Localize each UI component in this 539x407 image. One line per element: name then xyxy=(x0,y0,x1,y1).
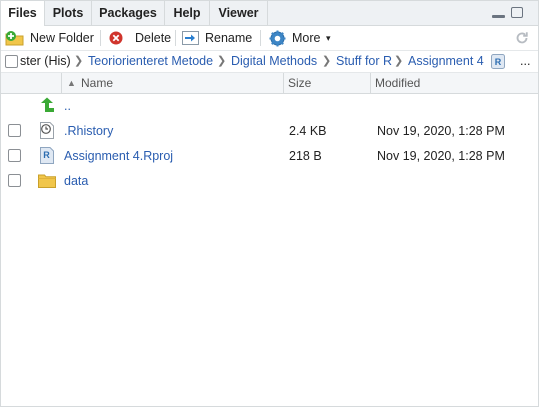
new-folder-icon xyxy=(5,31,24,46)
chevron-down-icon: ▾ xyxy=(326,33,331,43)
select-all-checkbox[interactable] xyxy=(5,55,18,68)
file-size: 2.4 KB xyxy=(289,124,327,138)
delete-icon xyxy=(109,31,123,45)
row-checkbox[interactable] xyxy=(8,149,21,162)
file-size: 218 B xyxy=(289,149,322,163)
file-modified: Nov 19, 2020, 1:28 PM xyxy=(377,124,505,138)
file-row-parent[interactable]: .. xyxy=(1,94,538,119)
file-name[interactable]: data xyxy=(64,169,88,194)
column-divider xyxy=(283,73,284,93)
breadcrumb-item[interactable]: Stuff for R xyxy=(336,51,392,72)
svg-text:R: R xyxy=(43,150,50,160)
breadcrumb-item[interactable]: Digital Methods xyxy=(231,51,317,72)
tab-bar: Files Plots Packages Help Viewer xyxy=(1,1,538,26)
file-list-header: ▲ Name Size Modified xyxy=(1,73,538,94)
column-modified[interactable]: Modified xyxy=(375,73,420,93)
row-checkbox[interactable] xyxy=(8,174,21,187)
file-modified: Nov 19, 2020, 1:28 PM xyxy=(377,149,505,163)
toolbar-divider xyxy=(175,30,176,46)
file-name[interactable]: Assignment 4.Rproj xyxy=(64,144,173,169)
toolbar: New Folder Delete Rename More ▾ xyxy=(1,26,538,51)
rproj-icon: R xyxy=(40,147,54,164)
tab-viewer[interactable]: Viewer xyxy=(210,1,268,25)
column-size[interactable]: Size xyxy=(288,73,311,93)
rename-icon xyxy=(182,31,199,45)
toolbar-divider xyxy=(260,30,261,46)
breadcrumb-overflow[interactable]: ... xyxy=(520,51,530,72)
column-name[interactable]: Name xyxy=(81,73,113,93)
rename-label: Rename xyxy=(205,31,253,45)
column-divider xyxy=(370,73,371,93)
files-pane: Files Plots Packages Help Viewer New Fol… xyxy=(0,0,539,407)
delete-label: Delete xyxy=(135,31,172,45)
sort-ascending-icon: ▲ xyxy=(67,78,76,88)
row-checkbox[interactable] xyxy=(8,124,21,137)
tab-packages[interactable]: Packages xyxy=(92,1,165,25)
folder-icon xyxy=(38,174,56,188)
delete-button[interactable]: Delete xyxy=(109,26,173,50)
breadcrumb-separator: ❯ xyxy=(74,55,84,67)
svg-text:R: R xyxy=(495,57,502,67)
breadcrumb-separator: ❯ xyxy=(394,55,404,67)
new-folder-button[interactable]: New Folder xyxy=(5,26,95,50)
breadcrumb-item[interactable]: Teoriorienteret Metode xyxy=(88,51,213,72)
rename-button[interactable]: Rename xyxy=(182,26,252,50)
file-row-rproj[interactable]: R Assignment 4.Rproj 218 B Nov 19, 2020,… xyxy=(1,144,538,169)
breadcrumb-item[interactable]: ster (His) xyxy=(20,51,71,72)
tab-help[interactable]: Help xyxy=(165,1,210,25)
refresh-icon[interactable] xyxy=(514,30,530,46)
column-divider xyxy=(61,73,62,93)
more-menu-button[interactable]: More ▾ xyxy=(269,26,335,50)
more-label: More xyxy=(292,31,321,45)
minimize-pane-button[interactable] xyxy=(492,15,505,18)
breadcrumb-item[interactable]: Assignment 4 xyxy=(408,51,484,72)
breadcrumb: ster (His) ❯ Teoriorienteret Metode ❯ Di… xyxy=(1,51,538,73)
rhistory-icon xyxy=(40,122,54,139)
rproj-icon[interactable]: R xyxy=(491,54,505,69)
gear-icon xyxy=(269,30,286,47)
file-name[interactable]: .Rhistory xyxy=(64,119,113,144)
breadcrumb-separator: ❯ xyxy=(322,55,332,67)
breadcrumb-separator: ❯ xyxy=(217,55,227,67)
tab-files[interactable]: Files xyxy=(1,1,45,26)
new-folder-label: New Folder xyxy=(30,31,94,45)
tab-plots[interactable]: Plots xyxy=(45,1,92,25)
file-row-rhistory[interactable]: .Rhistory 2.4 KB Nov 19, 2020, 1:28 PM xyxy=(1,119,538,144)
toolbar-divider xyxy=(100,30,101,46)
up-arrow-icon xyxy=(41,97,54,112)
file-name[interactable]: .. xyxy=(64,94,71,119)
maximize-pane-button[interactable] xyxy=(511,7,523,18)
file-row-data[interactable]: data xyxy=(1,169,538,194)
